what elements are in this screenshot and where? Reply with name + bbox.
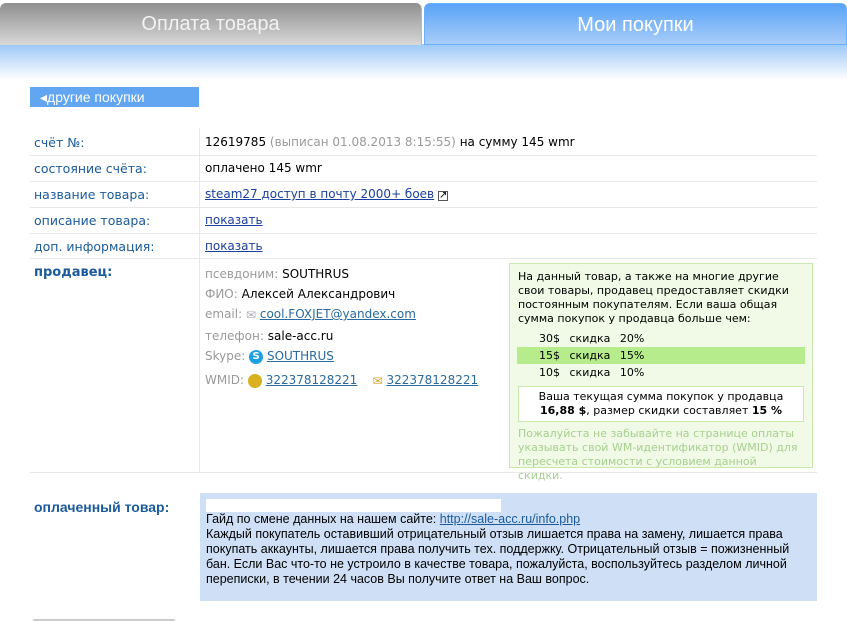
seller-label: продавец: — [34, 265, 113, 280]
tab-payment[interactable]: Оплата товара — [0, 3, 422, 45]
phone-value: sale-acc.ru — [267, 329, 334, 343]
back-label: другие покупки — [47, 89, 145, 105]
skype-link[interactable]: SOUTHRUS — [267, 349, 334, 363]
extra-label: доп. информация: — [34, 239, 155, 254]
nick-label: псевдоним: — [205, 267, 279, 281]
fio-value: Алексей Александрович — [241, 287, 396, 301]
wmid-message-link[interactable]: 322378128221 — [386, 373, 478, 387]
discount-note: Пожалуйста не забывайте на странице опла… — [518, 427, 798, 482]
show-extra-link[interactable]: показать — [205, 239, 263, 253]
fio-label: ФИО: — [205, 287, 238, 301]
row-description: описание товара: показать — [30, 208, 817, 234]
seller-wmid: WMID: 322378128221 ✉ 322378128221 — [205, 373, 478, 388]
hidden-field — [206, 499, 501, 512]
discount-level: 30$ скидка 20% — [539, 332, 645, 345]
seller-phone: телефон: sale-acc.ru — [205, 329, 333, 343]
chevron-left-icon: ◂ — [40, 89, 48, 105]
nick-value: SOUTHRUS — [282, 267, 350, 281]
email-link[interactable]: cool.FOXJET@yandex.com — [260, 307, 416, 321]
phone-label: телефон: — [205, 329, 264, 343]
skype-label: Skype: — [205, 349, 246, 363]
other-purchases-button[interactable]: ◂другие покупки — [30, 87, 199, 107]
current-discount: Ваша текущая сумма покупок у продавца 16,… — [518, 386, 804, 422]
skype-icon: S — [249, 349, 264, 364]
status-value: оплачено 145 wmr — [205, 161, 322, 175]
envelope-icon: ✉ — [245, 307, 257, 322]
email-label: email: — [205, 307, 243, 321]
discount-intro: На данный товар, а также на многие други… — [518, 270, 789, 325]
invoice-label: счёт №: — [34, 135, 85, 150]
seller-email: email: ✉ cool.FOXJET@yandex.com — [205, 307, 416, 322]
invoice-amount: на сумму 145 wmr — [459, 135, 575, 149]
invoice-value: 12619785 (выписан 01.08.2013 8:15:55) на… — [205, 135, 575, 149]
product-label: название товара: — [34, 187, 150, 202]
product-link[interactable]: steam27 доступ в почту 2000+ боев — [205, 187, 434, 201]
status-label: состояние счёта: — [34, 161, 147, 176]
guide-line: Гайд по смене данных на нашем сайте: htt… — [206, 512, 581, 526]
row-extra: доп. информация: показать — [30, 234, 817, 259]
tab-my-purchases[interactable]: Мои покупки — [424, 3, 847, 45]
seller-fio: ФИО: Алексей Александрович — [205, 287, 395, 301]
description-label: описание товара: — [34, 213, 151, 228]
discount-box: На данный товар, а также на многие други… — [509, 263, 813, 482]
guide-link[interactable]: http://sale-acc.ru/info.php — [440, 512, 580, 526]
show-description-link[interactable]: показать — [205, 213, 263, 227]
wmid-label: WMID: — [205, 373, 245, 387]
invoice-date: (выписан 01.08.2013 8:15:55) — [269, 135, 456, 149]
external-link-icon[interactable]: ↗ — [437, 191, 448, 201]
row-product: название товара: steam27 доступ в почту … — [30, 182, 817, 208]
webmoney-icon — [247, 373, 262, 388]
invoice-number: 12619785 — [205, 135, 267, 149]
row-status: состояние счёта: оплачено 145 wmr — [30, 156, 817, 182]
header-band — [0, 44, 847, 80]
row-invoice: счёт №: 12619785 (выписан 01.08.2013 8:1… — [30, 129, 817, 156]
mail-icon[interactable]: ✉ — [373, 374, 383, 388]
paid-product-text: Каждый покупатель оставивший отрицательн… — [206, 527, 790, 586]
seller-skype: Skype: S SOUTHRUS — [205, 349, 334, 364]
paid-product-label: оплаченный товар: — [34, 499, 170, 515]
wmid-link[interactable]: 322378128221 — [266, 373, 358, 387]
seller-nick: псевдоним: SOUTHRUS — [205, 267, 349, 281]
paid-product-content: Гайд по смене данных на нашем сайте: htt… — [200, 493, 817, 601]
discount-level: 10$ скидка 10% — [539, 366, 645, 379]
discount-level-active: 15$ скидка 15% — [517, 347, 805, 364]
